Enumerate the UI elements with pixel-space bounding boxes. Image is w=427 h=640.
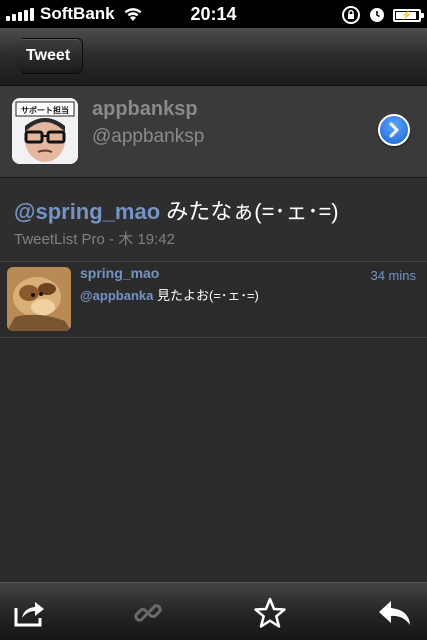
- orientation-lock-icon: [342, 6, 360, 24]
- link-button[interactable]: [128, 593, 168, 633]
- tweet-meta: TweetList Pro - 木 19:42: [14, 231, 175, 248]
- navigation-bar: Tweet: [0, 28, 427, 86]
- alarm-clock-icon: [370, 8, 384, 22]
- profile-name: appbanksp: [92, 98, 198, 120]
- back-button-label: Tweet: [22, 38, 84, 74]
- back-arrow-icon: [6, 38, 22, 74]
- star-icon: [254, 597, 286, 628]
- reply-text: @appbanka 見たよお(=･ェ･=): [80, 285, 259, 304]
- status-bar: SoftBank 20:14 ⚡: [0, 0, 427, 28]
- profile-disclosure-button[interactable]: [378, 114, 410, 146]
- battery-icon: ⚡: [393, 8, 424, 22]
- link-icon: [134, 604, 162, 622]
- reply-list-item[interactable]: spring_mao 34 mins @appbanka 見たよお(=･ェ･=): [0, 262, 427, 338]
- profile-handle: @appbanksp: [92, 126, 205, 147]
- user-avatar[interactable]: サポート担当: [12, 98, 78, 164]
- reply-button[interactable]: [375, 593, 415, 633]
- tweet-mention-link[interactable]: @spring_mao: [14, 199, 160, 224]
- tweet-body: みたなぁ(=･ェ･=): [160, 199, 339, 224]
- chevron-right-icon: [389, 122, 399, 138]
- avatar-banner-text: サポート担当: [21, 105, 69, 115]
- profile-row[interactable]: サポート担当 appbanksp @appbanksp: [0, 86, 427, 178]
- wifi-icon: [124, 8, 142, 21]
- share-icon: [14, 602, 44, 627]
- tweet-text: @spring_mao みたなぁ(=･ェ･=): [14, 194, 339, 226]
- reply-mention-link[interactable]: @appbanka: [80, 288, 153, 303]
- reply-body: 見たよお(=･ェ･=): [153, 288, 259, 303]
- reply-avatar[interactable]: [7, 267, 71, 331]
- reply-author-name[interactable]: spring_mao: [80, 265, 159, 281]
- bottom-toolbar: [0, 582, 427, 640]
- share-button[interactable]: [10, 593, 50, 633]
- carrier-name: SoftBank: [40, 4, 115, 23]
- tweet-detail: @spring_mao みたなぁ(=･ェ･=) TweetList Pro - …: [0, 178, 427, 262]
- favorite-button[interactable]: [250, 593, 290, 633]
- back-button[interactable]: Tweet: [6, 38, 84, 74]
- reply-icon: [379, 601, 410, 625]
- signal-strength-icon: [6, 7, 34, 21]
- reply-timestamp: 34 mins: [370, 268, 416, 283]
